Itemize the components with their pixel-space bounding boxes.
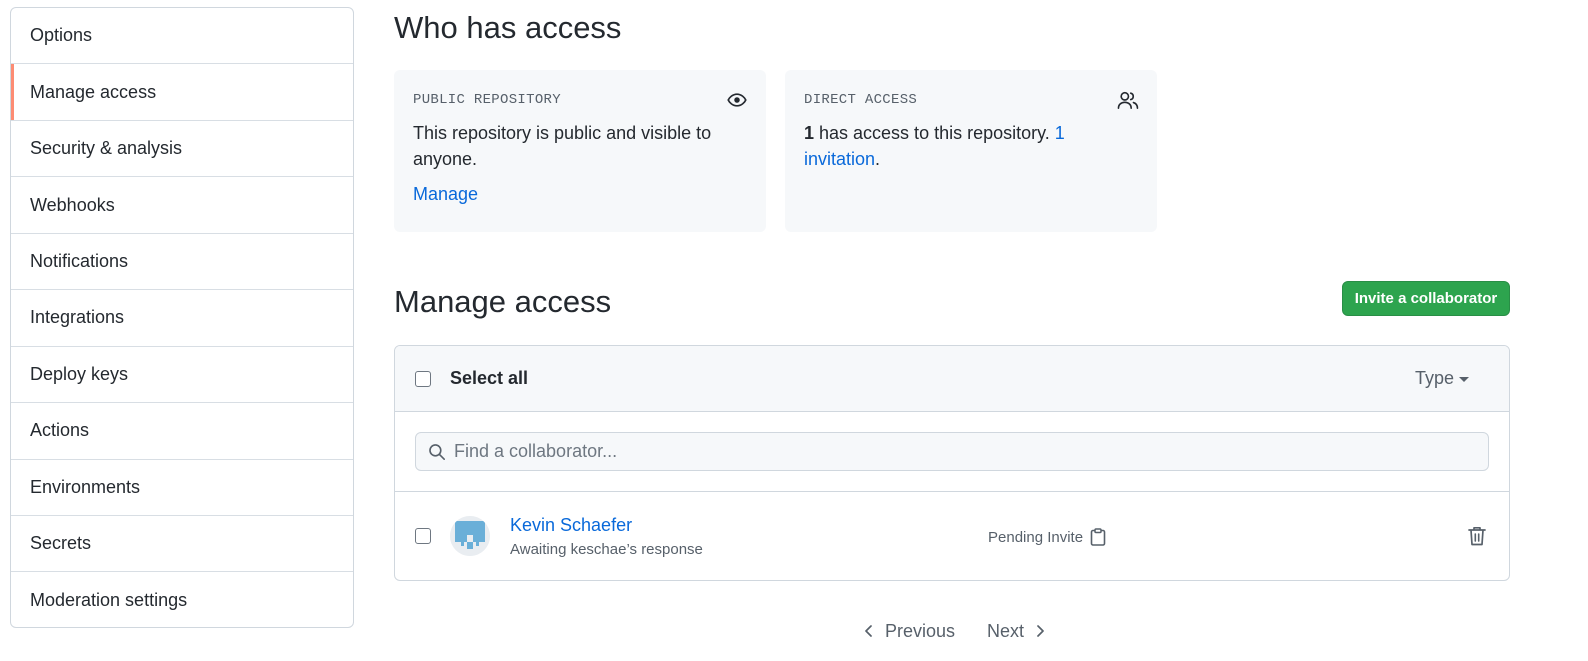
sidebar-item-label: Secrets: [30, 533, 92, 554]
avatar: [450, 516, 490, 556]
collaborator-row: Kevin Schaefer Awaiting keschae’s respon…: [395, 492, 1509, 580]
public-repository-card: PUBLIC REPOSITORY This repository is pub…: [394, 70, 766, 232]
collaborator-search-field[interactable]: [415, 432, 1489, 471]
sidebar-item-label: Moderation settings: [30, 590, 188, 611]
next-page-button[interactable]: Next: [987, 621, 1047, 642]
sidebar-item-label: Notifications: [30, 250, 129, 271]
direct-access-description: has access to this repository.: [814, 123, 1055, 143]
sidebar-item-label: Integrations: [30, 307, 125, 328]
sidebar-item-actions[interactable]: Actions: [11, 403, 353, 460]
manage-access-heading: Manage access: [394, 284, 612, 319]
collaborator-search-input[interactable]: [454, 441, 1454, 462]
collaborators-header: Select all Type: [395, 346, 1509, 412]
previous-page-button[interactable]: Previous: [862, 621, 955, 642]
select-all-checkbox[interactable]: [415, 370, 431, 387]
eye-icon: [727, 93, 747, 107]
collaborator-status: Awaiting keschae’s response: [510, 541, 703, 558]
direct-access-count: 1: [804, 123, 815, 143]
pagination: Previous Next: [862, 618, 1047, 644]
manage-visibility-link[interactable]: Manage: [413, 184, 478, 205]
collaborators-box: Select all Type Find a collaborator... K…: [394, 345, 1510, 581]
sidebar-item-secrets[interactable]: Secrets: [11, 516, 353, 573]
type-filter-dropdown[interactable]: Type: [1415, 368, 1469, 389]
collaborator-search-area: [395, 412, 1509, 492]
direct-access-label: DIRECT ACCESS: [804, 92, 918, 108]
pending-invite-badge: Pending Invite: [988, 528, 1106, 546]
direct-access-suffix: .: [875, 149, 881, 169]
identicon-icon: [450, 516, 490, 556]
sidebar-item-label: Deploy keys: [30, 363, 129, 384]
sidebar-item-notifications[interactable]: Notifications: [11, 234, 353, 291]
people-icon: [1117, 91, 1139, 109]
sidebar-item-label: Security & analysis: [30, 138, 183, 159]
previous-page-label: Previous: [885, 620, 956, 641]
sidebar-item-label: Options: [30, 25, 93, 46]
sidebar-item-options[interactable]: Options: [11, 8, 353, 65]
invite-collaborator-button[interactable]: Invite a collaborator: [1342, 281, 1510, 316]
direct-access-text: 1 has access to this repository. 1 invit…: [804, 120, 1138, 172]
who-has-access-heading: Who has access: [394, 10, 622, 45]
sidebar-item-security-analysis[interactable]: Security & analysis: [11, 121, 353, 178]
sidebar-item-label: Webhooks: [30, 194, 115, 215]
collaborator-name-link[interactable]: Kevin Schaefer: [510, 515, 632, 536]
sidebar-item-integrations[interactable]: Integrations: [11, 290, 353, 347]
search-icon: [429, 443, 446, 460]
sidebar-item-label: Actions: [30, 420, 90, 441]
chevron-right-icon: [1037, 625, 1044, 637]
caret-down-icon: [1459, 377, 1469, 382]
sidebar-item-manage-access[interactable]: Manage access: [11, 64, 353, 121]
sidebar-item-environments[interactable]: Environments: [11, 460, 353, 516]
type-filter-label: Type: [1414, 368, 1454, 388]
chevron-left-icon: [865, 625, 872, 637]
sidebar-item-deploy-keys[interactable]: Deploy keys: [11, 347, 353, 404]
direct-access-card: DIRECT ACCESS 1 has access to this repos…: [785, 70, 1157, 232]
next-page-label: Next: [987, 620, 1025, 641]
public-repository-text: This repository is public and visible to…: [413, 123, 712, 169]
pending-invite-label: Pending Invite: [988, 528, 1084, 546]
sidebar-item-moderation-settings[interactable]: Moderation settings: [11, 572, 353, 627]
settings-sidebar: Options Manage access Security & analysi…: [10, 7, 354, 628]
public-repository-label: PUBLIC REPOSITORY: [413, 92, 561, 108]
sidebar-item-label: Manage access: [30, 81, 157, 102]
select-all-label[interactable]: Select all: [450, 368, 528, 389]
trash-icon[interactable]: [1467, 525, 1487, 547]
sidebar-item-label: Environments: [30, 476, 141, 497]
clipboard-icon[interactable]: [1090, 528, 1106, 546]
collaborator-checkbox[interactable]: [415, 528, 431, 544]
sidebar-item-webhooks[interactable]: Webhooks: [11, 177, 353, 234]
